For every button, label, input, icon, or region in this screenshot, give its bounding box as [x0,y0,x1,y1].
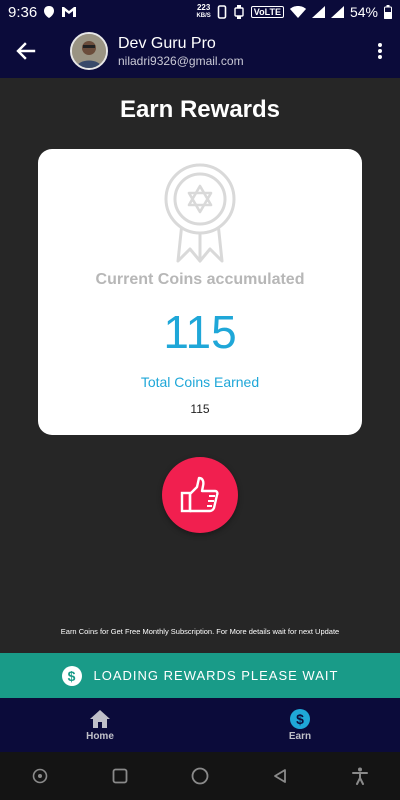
info-note: Earn Coins for Get Free Monthly Subscrip… [60,627,340,636]
battery-icon [384,5,392,19]
dollar-icon: $ [290,708,310,729]
nav-item-earn[interactable]: $ Earn [200,698,400,752]
signal-icon [311,6,325,18]
avatar[interactable] [70,32,108,70]
notification-app-icon [43,5,55,19]
accessibility-icon [352,767,368,785]
back-triangle-icon [274,769,286,783]
net-speed: 223 KB/S [196,4,210,20]
wifi-icon [289,6,306,18]
circle-dot-icon [32,768,48,784]
coins-card: Current Coins accumulated 115 Total Coin… [38,149,362,435]
thumbs-up-icon [180,476,219,513]
system-navigation-bar [0,752,400,800]
net-speed-value: 223 [196,3,211,12]
user-name: Dev Guru Pro [118,34,216,52]
user-email: niladri9326@gmail.com [118,53,244,68]
system-circle-dot-button[interactable] [20,756,60,796]
nav-earn-label: Earn [288,730,312,742]
system-back-button[interactable] [260,756,300,796]
bottom-navigation: Home $ Earn [0,698,400,752]
gmail-icon [61,6,77,18]
net-speed-unit: KB/S [196,13,211,19]
app-bar: Dev Guru Pro niladri9326@gmail.com [0,24,400,78]
back-arrow-icon [16,42,36,60]
loading-rewards-bar[interactable]: $ LOADING REWARDS PLEASE WAIT [0,653,400,698]
status-time: 9:36 [8,3,38,21]
loading-rewards-text: LOADING REWARDS PLEASE WAIT [93,668,339,683]
status-bar: 9:36 223 KB/S VoLTE 54% [0,0,400,24]
accessibility-button[interactable] [340,756,380,796]
recents-square-icon [112,768,128,784]
like-button[interactable] [162,457,238,533]
nav-item-home[interactable]: Home [0,698,200,752]
home-icon [90,709,110,728]
coins-label: Current Coins accumulated [95,271,305,288]
overflow-menu-button[interactable] [360,24,400,78]
page-title: Earn Rewards [119,96,281,123]
alarm-icon [233,5,245,19]
system-recents-button[interactable] [100,756,140,796]
dollar-icon: $ [61,665,82,686]
total-coins-label: Total Coins Earned [140,374,260,390]
user-info: Dev Guru Pro niladri9326@gmail.com [118,34,360,69]
signal-2-icon [330,6,344,18]
vibrate-icon [217,5,227,19]
home-circle-icon [191,767,209,785]
battery-percent: 54% [349,4,378,20]
award-badge-icon [160,163,240,268]
nav-home-label: Home [86,730,114,742]
system-home-button[interactable] [180,756,220,796]
volte-badge: VoLTE [250,6,284,18]
coins-value: 115 [163,306,237,358]
user-photo-icon [72,34,106,68]
back-button[interactable] [0,24,52,78]
total-coins-value: 115 [190,402,210,416]
more-vert-icon [378,43,382,59]
